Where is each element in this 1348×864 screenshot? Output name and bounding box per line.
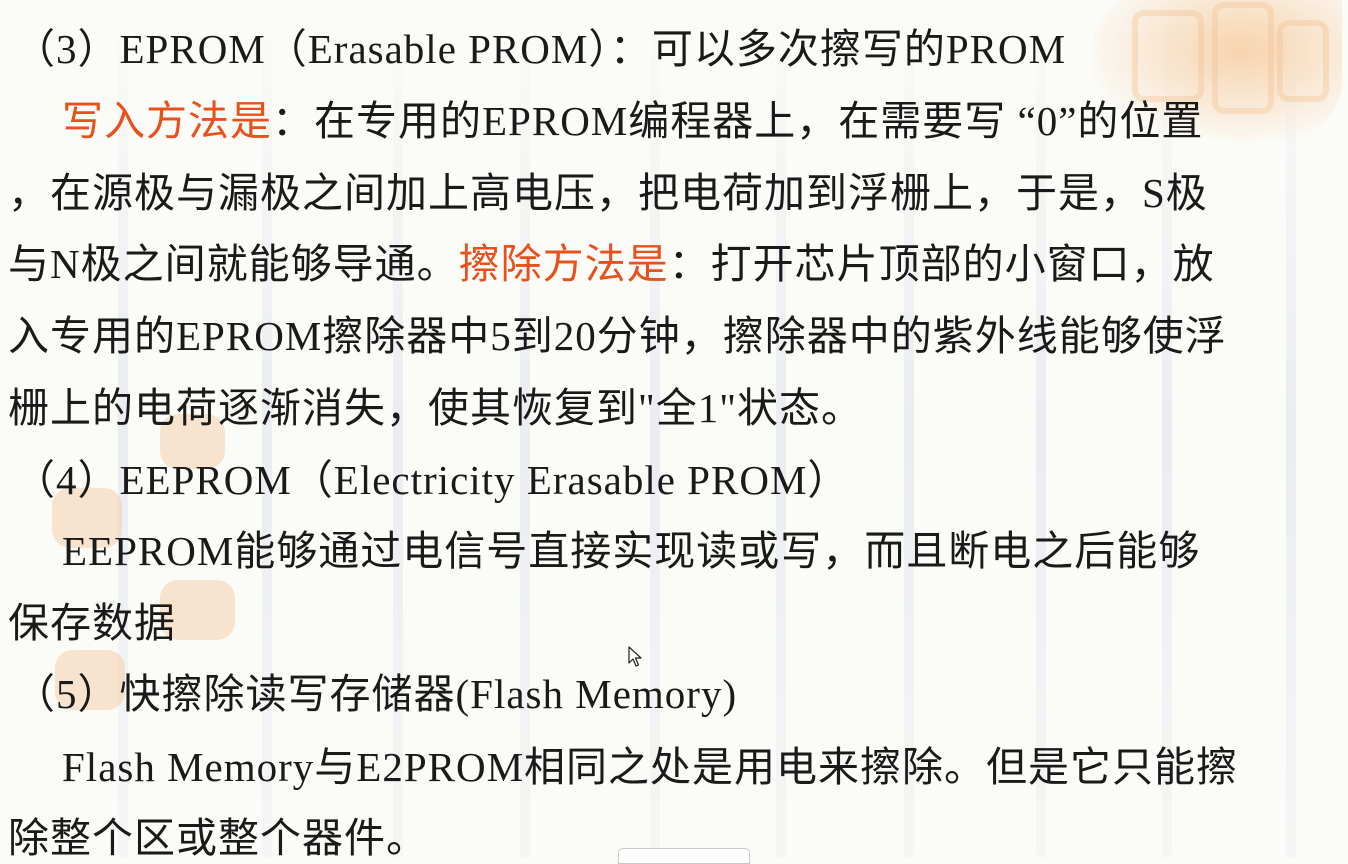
paragraph-line: 保存数据 — [8, 600, 176, 646]
paragraph-line: 除整个区或整个器件。 — [8, 815, 428, 861]
heading-flash-memory: （5）快擦除读写存储器(Flash Memory) — [14, 671, 738, 717]
mouse-pointer-icon — [628, 646, 642, 667]
highlight-write-method: 写入方法是 — [62, 98, 272, 144]
paragraph-line: Flash Memory与E2PROM相同之处是用电来擦除。但是它只能擦 — [62, 744, 1239, 790]
paragraph-line: 栅上的电荷逐渐消失，使其恢复到"全1"状态。 — [8, 385, 863, 431]
paragraph-line: 入专用的EPROM擦除器中5到20分钟，擦除器中的紫外线能够使浮 — [8, 313, 1227, 359]
paragraph-line: 写入方法是：在专用的EPROM编程器上，在需要写 “0”的位置 — [62, 98, 1204, 144]
heading-eprom: （3）EPROM（Erasable PROM）：可以多次擦写的PROM — [14, 26, 1067, 72]
slide-content: （3）EPROM（Erasable PROM）：可以多次擦写的PROM 写入方法… — [0, 0, 1348, 861]
paragraph-line: 与N极之间就能够导通。擦除方法是：打开芯片顶部的小窗口，放 — [8, 241, 1215, 287]
paragraph-line: ，在源极与漏极之间加上高电压，把电荷加到浮栅上，于是，S极 — [8, 170, 1208, 216]
highlight-erase-method: 擦除方法是 — [458, 241, 669, 287]
heading-eeprom: （4）EEPROM（Electricity Erasable PROM） — [14, 457, 850, 503]
paragraph-line: EEPROM能够通过电信号直接实现读或写，而且断电之后能够 — [62, 528, 1201, 574]
bottom-scroll-tab[interactable] — [618, 848, 750, 864]
